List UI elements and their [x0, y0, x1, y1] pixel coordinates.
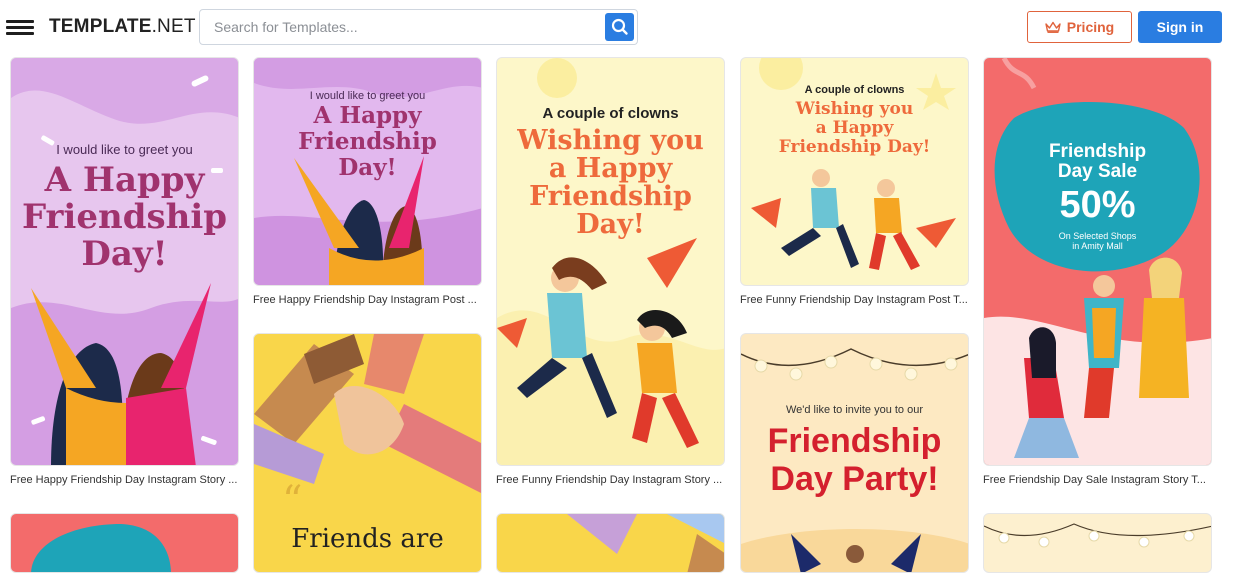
template-caption[interactable]: Free Friendship Day Sale Instagram Story… — [983, 474, 1212, 486]
template-card-friends-are[interactable]: “ Friends are — [253, 333, 482, 573]
template-caption[interactable]: Free Funny Friendship Day Instagram Stor… — [496, 474, 725, 486]
card-text-line: A Happy — [44, 160, 205, 200]
signin-button[interactable]: Sign in — [1138, 11, 1222, 43]
template-caption[interactable]: Free Happy Friendship Day Instagram Stor… — [10, 474, 239, 486]
site-logo[interactable]: TEMPLATE.NET — [49, 16, 196, 38]
pricing-button[interactable]: Pricing — [1027, 11, 1132, 43]
template-illustration — [984, 58, 1211, 465]
search-box — [199, 9, 638, 45]
card-text-line: Friendship — [298, 128, 437, 155]
card-text-line: A couple of clowns — [804, 84, 905, 96]
card-text-line: Friendship — [21, 197, 228, 237]
card-text-line: A Happy — [313, 102, 422, 129]
template-illustration — [984, 523, 1211, 548]
template-caption[interactable]: Free Funny Friendship Day Instagram Post… — [740, 294, 969, 306]
card-text-line: Friendship — [529, 181, 692, 212]
search-button[interactable] — [605, 13, 634, 41]
card-text-line: 50% — [1059, 184, 1136, 226]
card-text-line: a Happy — [815, 118, 894, 138]
card-text-line: Day! — [338, 154, 397, 181]
signin-label: Sign in — [1156, 19, 1204, 35]
card-text-line: Wishing you — [795, 99, 914, 119]
template-card-partial[interactable] — [983, 513, 1212, 573]
template-card-happy-friendship-post[interactable]: I would like to greet you A Happy Friend… — [253, 57, 482, 286]
search-icon — [611, 18, 628, 35]
template-card-friendship-party[interactable]: We'd like to invite you to our Friendshi… — [740, 333, 969, 573]
card-text-line: in Amity Mall — [1072, 241, 1123, 251]
template-card-happy-friendship-story[interactable]: I would like to greet you A Happy Friend… — [10, 57, 239, 466]
template-card-partial[interactable] — [496, 513, 725, 573]
template-card-partial[interactable] — [10, 513, 239, 573]
card-text-line: I would like to greet you — [56, 142, 193, 157]
svg-text:“: “ — [282, 478, 302, 524]
card-text-line: Friendship Day! — [778, 137, 931, 157]
card-text-line: Day! — [576, 209, 645, 240]
template-illustration — [567, 514, 724, 572]
card-text-line: Wishing you — [517, 125, 704, 156]
search-input[interactable] — [214, 10, 594, 44]
card-text-line: Friendship — [767, 422, 942, 460]
card-text-line: a Happy — [548, 153, 673, 184]
card-text-line: Day Sale — [1057, 161, 1138, 182]
card-text-line: Friends are — [291, 524, 444, 554]
crown-icon — [1045, 21, 1061, 33]
template-card-funny-friendship-post[interactable]: A couple of clowns Wishing you a Happy F… — [740, 57, 969, 286]
pricing-label: Pricing — [1066, 19, 1115, 35]
hamburger-menu-icon[interactable] — [6, 20, 34, 36]
card-text-line: We'd like to invite you to our — [785, 404, 924, 416]
template-card-friendship-sale[interactable]: Friendship Day Sale 50% On Selected Shop… — [983, 57, 1212, 466]
template-caption[interactable]: Free Happy Friendship Day Instagram Post… — [253, 294, 482, 306]
card-text-line: I would like to greet you — [309, 90, 426, 102]
card-text-line: Friendship — [1048, 141, 1147, 162]
card-text-line: On Selected Shops — [1058, 231, 1137, 241]
template-illustration — [31, 524, 171, 572]
card-text-line: Day Party! — [770, 460, 939, 498]
top-header: TEMPLATE.NET Pricing Sign in — [0, 0, 1234, 54]
card-text-line: Day! — [81, 234, 168, 274]
template-card-funny-friendship-story[interactable]: A couple of clowns Wishing you a Happy F… — [496, 57, 725, 466]
card-text-line: A couple of clowns — [542, 105, 679, 122]
